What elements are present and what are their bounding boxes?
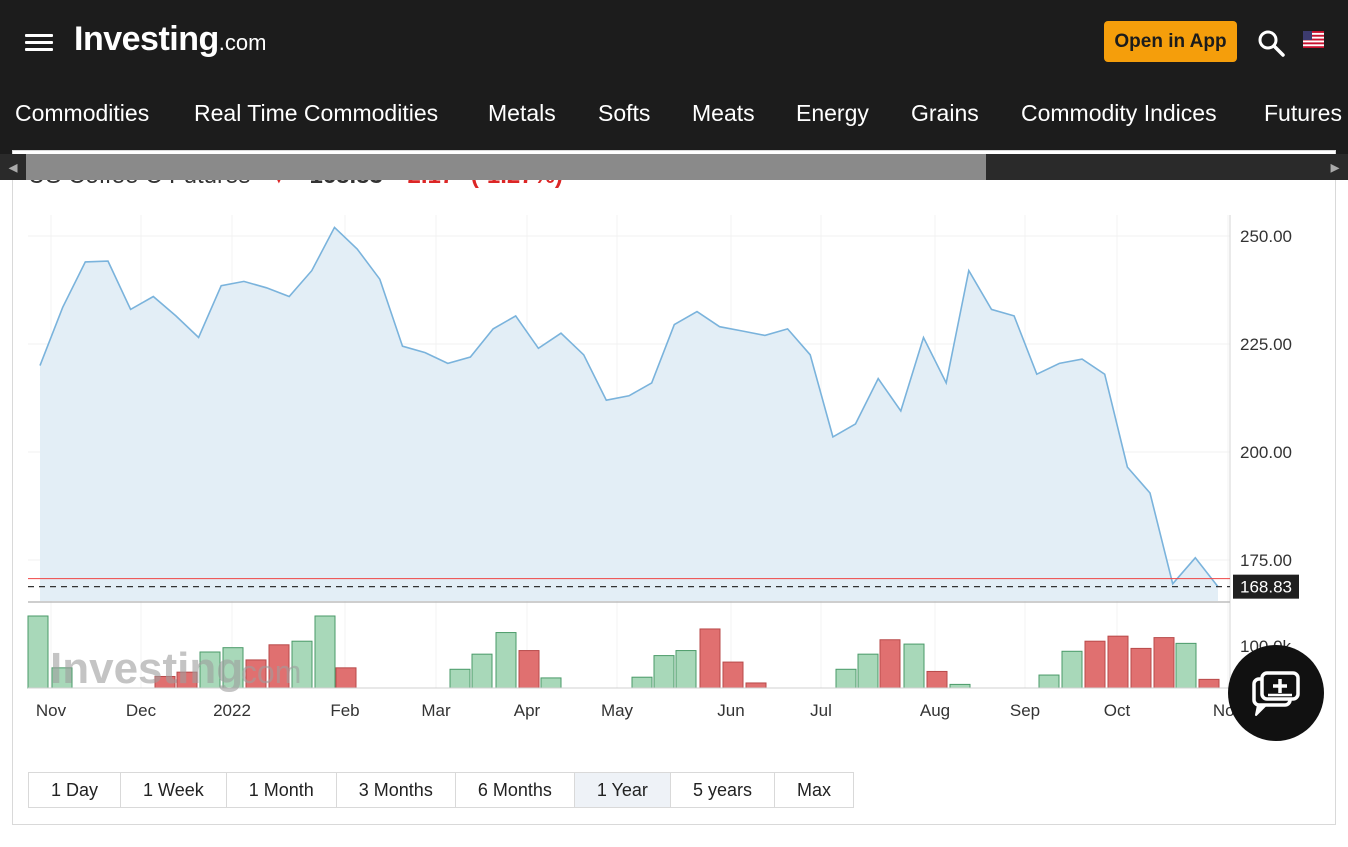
x-tick-label: Dec <box>126 701 157 720</box>
volume-bar <box>949 683 971 689</box>
volume-bar <box>314 615 336 689</box>
price-chart[interactable]: Investing .com 250.00 225.00 200.00 175.… <box>0 0 1348 740</box>
volume-bar <box>653 655 675 689</box>
timeframe-3-months[interactable]: 3 Months <box>336 773 456 807</box>
volume-bar <box>471 653 493 689</box>
volume-bar <box>699 628 721 689</box>
watermark-tld: .com <box>232 654 301 690</box>
volume-bar <box>518 650 540 689</box>
volume-bar <box>1175 642 1197 689</box>
last-price-label: 168.83 <box>1240 578 1292 597</box>
y-tick-label: 250.00 <box>1240 227 1292 246</box>
volume-bar <box>1198 678 1220 689</box>
timeframe-selector: 1 Day 1 Week 1 Month 3 Months 6 Months 1… <box>28 772 854 808</box>
volume-bar <box>495 632 517 689</box>
x-tick-label: Apr <box>514 701 541 720</box>
y-tick-label: 225.00 <box>1240 335 1292 354</box>
y-axis-labels: 250.00 225.00 200.00 175.00 <box>1240 227 1292 570</box>
x-tick-label: Mar <box>421 701 451 720</box>
x-tick-label: Feb <box>330 701 359 720</box>
y-tick-label: 200.00 <box>1240 443 1292 462</box>
volume-bar <box>1061 650 1083 689</box>
price-area-fill <box>40 227 1218 601</box>
chart-watermark: Investing .com <box>50 644 301 693</box>
timeframe-max[interactable]: Max <box>774 773 853 807</box>
x-tick-label: Jul <box>810 701 832 720</box>
volume-bar <box>631 676 653 689</box>
volume-bar <box>857 653 879 689</box>
x-tick-label: Jun <box>717 701 744 720</box>
volume-bar <box>1130 647 1152 689</box>
x-tick-label: May <box>601 701 634 720</box>
x-tick-label: 2022 <box>213 701 251 720</box>
volume-bar <box>540 677 562 689</box>
volume-bar <box>1107 635 1129 689</box>
timeframe-1-week[interactable]: 1 Week <box>121 773 227 807</box>
x-tick-label: Oct <box>1104 701 1131 720</box>
x-tick-label: Sep <box>1010 701 1040 720</box>
volume-bar <box>27 615 49 689</box>
timeframe-6-months[interactable]: 6 Months <box>455 773 575 807</box>
volume-bar <box>745 682 767 689</box>
volume-bar <box>722 661 744 689</box>
watermark-brand: Investing <box>50 644 243 693</box>
y-tick-label: 175.00 <box>1240 551 1292 570</box>
volume-bar <box>335 667 357 689</box>
feedback-button[interactable] <box>1228 645 1324 741</box>
volume-bar <box>1153 637 1175 689</box>
timeframe-1-day[interactable]: 1 Day <box>29 773 122 807</box>
timeframe-1-month[interactable]: 1 Month <box>226 773 337 807</box>
x-axis-labels: Nov Dec 2022 Feb Mar Apr May Jun Jul Aug… <box>36 701 1244 720</box>
feedback-chat-plus-icon <box>1252 671 1300 716</box>
volume-bar <box>449 668 471 689</box>
volume-bar <box>675 650 697 689</box>
volume-bar <box>926 670 948 689</box>
volume-bar <box>1038 674 1060 689</box>
x-tick-label: Aug <box>920 701 950 720</box>
timeframe-5-years[interactable]: 5 years <box>670 773 775 807</box>
timeframe-1-year[interactable]: 1 Year <box>574 773 671 807</box>
volume-bar <box>879 639 901 689</box>
volume-bar <box>1084 640 1106 689</box>
x-tick-label: Nov <box>36 701 67 720</box>
volume-bar <box>903 643 925 689</box>
volume-bar <box>835 668 857 689</box>
